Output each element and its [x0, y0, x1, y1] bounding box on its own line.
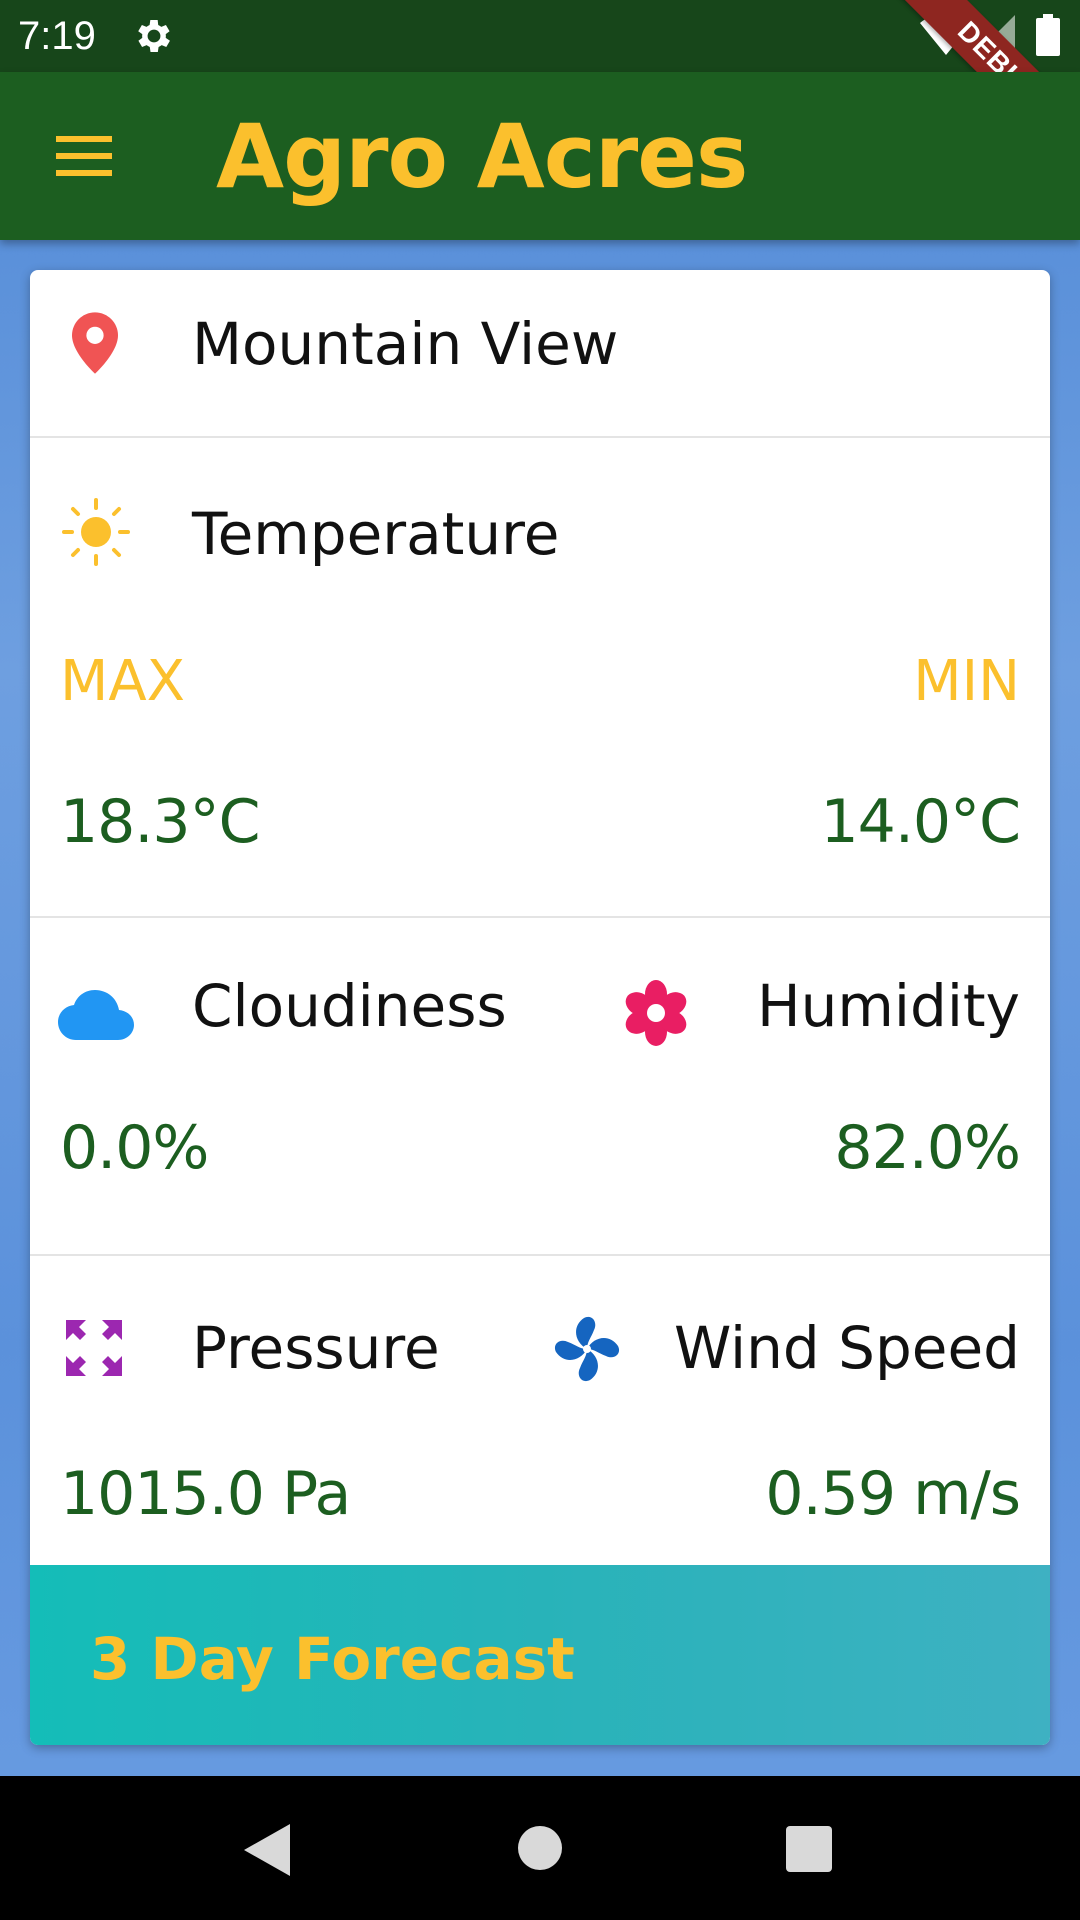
wind-speed-label: Wind Speed: [673, 1314, 1020, 1382]
location-name: Mountain View: [192, 310, 619, 378]
forecast-button-label: 3 Day Forecast: [90, 1625, 575, 1693]
pressure-value: 1015.0 Pa: [60, 1459, 351, 1529]
cloudiness-value: 0.0%: [60, 1113, 209, 1183]
min-temperature-value: 14.0°C: [820, 787, 1021, 857]
gear-icon: [138, 20, 170, 52]
recents-icon[interactable]: [786, 1826, 832, 1872]
battery-icon: [1036, 14, 1060, 56]
app-title: Agro Acres: [216, 105, 748, 208]
forecast-button[interactable]: 3 Day Forecast: [30, 1565, 1050, 1745]
pressure-label: Pressure: [192, 1314, 440, 1382]
flower-icon: [625, 980, 687, 1046]
menu-icon[interactable]: [56, 136, 112, 176]
min-label: MIN: [913, 649, 1020, 714]
max-temperature-value: 18.3°C: [60, 787, 260, 857]
location-pin-icon: [72, 312, 118, 374]
pressure-wind-section: Pressure Wind Speed 1015.0 Pa 0.59 m/s: [30, 1256, 1050, 1565]
fan-icon: [554, 1316, 620, 1382]
cloud-icon: [58, 990, 134, 1040]
cloud-humidity-section: Cloudiness Humidity 0.0% 82.0%: [30, 918, 1050, 1254]
location-row: Mountain View: [30, 270, 1050, 436]
home-icon[interactable]: [518, 1826, 562, 1870]
humidity-value: 82.0%: [834, 1113, 1021, 1183]
sun-icon: [62, 498, 130, 566]
navigation-bar: [0, 1776, 1080, 1920]
wind-speed-value: 0.59 m/s: [765, 1459, 1021, 1529]
max-label: MAX: [60, 649, 185, 714]
weather-card: Mountain View Temperature MAX MIN 18.3°C…: [30, 270, 1050, 1745]
status-bar: 7:19 DEBUG: [0, 0, 1080, 186]
status-time: 7:19: [18, 14, 96, 58]
temperature-label: Temperature: [192, 500, 560, 568]
temperature-section: Temperature MAX MIN 18.3°C 14.0°C: [30, 438, 1050, 886]
back-icon[interactable]: [244, 1824, 294, 1876]
expand-arrows-icon: [66, 1320, 122, 1376]
cloudiness-label: Cloudiness: [192, 972, 507, 1040]
humidity-label: Humidity: [757, 972, 1020, 1040]
